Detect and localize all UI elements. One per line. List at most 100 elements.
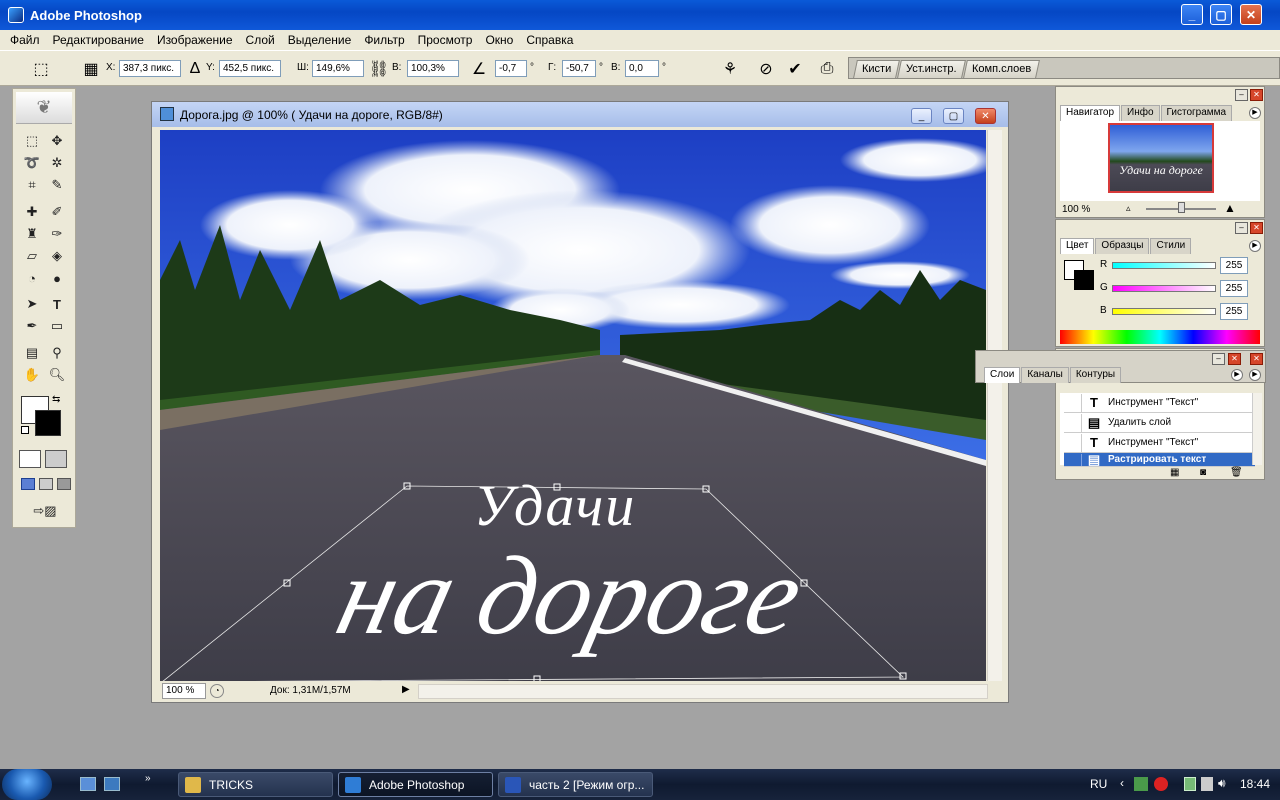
- file-browser-icon[interactable]: ⎙: [816, 58, 838, 80]
- delta-icon[interactable]: Δ: [184, 58, 206, 80]
- green-slider[interactable]: [1112, 285, 1216, 292]
- image-canvas[interactable]: Удачи на дороге: [160, 130, 986, 681]
- panel-menu-icon[interactable]: ▶: [1231, 369, 1243, 381]
- paint-bucket-icon[interactable]: ◈: [46, 246, 68, 266]
- menu-select[interactable]: Выделение: [288, 33, 352, 47]
- navigator-thumbnail[interactable]: Удачи на дороге: [1108, 123, 1214, 193]
- taskbar-button-word[interactable]: часть 2 [Режим огр...: [498, 772, 653, 797]
- zoom-slider-thumb[interactable]: [1178, 202, 1185, 213]
- history-row[interactable]: T Инструмент "Текст": [1064, 393, 1255, 413]
- trash-icon[interactable]: 🗑︎: [1230, 467, 1243, 478]
- crop-tool-icon[interactable]: ⌗: [21, 175, 43, 195]
- panel-close-icon[interactable]: ✕: [1250, 89, 1263, 101]
- close-button[interactable]: ✕: [1240, 4, 1262, 25]
- panel-close-icon[interactable]: ✕: [1250, 222, 1263, 234]
- path-select-icon[interactable]: ➤: [21, 294, 43, 314]
- blue-value[interactable]: 255: [1220, 303, 1248, 320]
- transform-tool-icon[interactable]: ⬚: [30, 58, 52, 80]
- hand-tool-icon[interactable]: ✋: [21, 365, 43, 385]
- menu-edit[interactable]: Редактирование: [53, 33, 144, 47]
- tab-info[interactable]: Инфо: [1121, 105, 1160, 121]
- pen-tool-icon[interactable]: ✒: [21, 316, 43, 336]
- slice-tool-icon[interactable]: ✎: [46, 175, 68, 195]
- bg-color-swatch[interactable]: [1074, 270, 1094, 290]
- move-tool-icon[interactable]: ✥: [46, 131, 68, 151]
- menu-help[interactable]: Справка: [526, 33, 573, 47]
- tray-device-icon[interactable]: [1184, 777, 1196, 791]
- well-tab-brushes[interactable]: Кисти: [853, 60, 901, 78]
- menu-view[interactable]: Просмотр: [418, 33, 473, 47]
- start-button[interactable]: [2, 769, 52, 800]
- tray-expand-icon[interactable]: ‹: [1120, 776, 1124, 790]
- type-tool-icon[interactable]: T: [46, 294, 68, 314]
- jump-to-imageready-icon[interactable]: ⇨▨: [31, 501, 59, 521]
- color-ramp[interactable]: [1060, 330, 1260, 344]
- tray-keyboard-icon[interactable]: [1201, 777, 1213, 791]
- angle-field[interactable]: -0,7: [495, 60, 527, 77]
- panel-close-icon[interactable]: ✕: [1228, 353, 1241, 365]
- new-snapshot-icon[interactable]: ◙: [1200, 467, 1206, 478]
- red-value[interactable]: 255: [1220, 257, 1248, 274]
- eyedropper-icon[interactable]: ⚲: [46, 343, 68, 363]
- default-colors-icon[interactable]: [21, 426, 29, 434]
- zoom-field[interactable]: 100 %: [162, 683, 206, 699]
- well-tab-tool-presets[interactable]: Уст.инстр.: [897, 60, 966, 78]
- reference-point-icon[interactable]: ▦: [80, 58, 102, 80]
- healing-brush-icon[interactable]: ✚: [21, 202, 43, 222]
- background-color-swatch[interactable]: [35, 410, 61, 436]
- standard-mode-icon[interactable]: [19, 450, 41, 468]
- blur-tool-icon[interactable]: ◔: [21, 268, 43, 288]
- quick-mask-icon[interactable]: [45, 450, 67, 468]
- screen-mode-menu-icon[interactable]: [39, 478, 53, 490]
- menu-file[interactable]: Файл: [10, 33, 40, 47]
- clone-stamp-icon[interactable]: ♜: [21, 224, 43, 244]
- tab-navigator[interactable]: Навигатор: [1060, 105, 1121, 121]
- language-indicator[interactable]: RU: [1090, 777, 1107, 791]
- well-tab-layer-comps[interactable]: Комп.слоев: [963, 60, 1041, 78]
- hskew-field[interactable]: -50,7: [562, 60, 596, 77]
- shape-tool-icon[interactable]: ▭: [46, 316, 68, 336]
- menu-filter[interactable]: Фильтр: [364, 33, 404, 47]
- link-icon[interactable]: ⛓: [368, 58, 390, 80]
- tray-volume-icon[interactable]: 🔊︎: [1218, 776, 1226, 791]
- status-arrow-icon[interactable]: ▶: [402, 684, 410, 695]
- x-field[interactable]: 387,3 пикс.: [119, 60, 181, 77]
- zoom-out-icon[interactable]: ▵: [1126, 203, 1131, 214]
- tab-paths[interactable]: Контуры: [1069, 367, 1122, 383]
- new-document-icon[interactable]: ▦: [1170, 467, 1179, 478]
- red-slider[interactable]: [1112, 262, 1216, 269]
- blue-slider[interactable]: [1112, 308, 1216, 315]
- clock[interactable]: 18:44: [1240, 777, 1270, 791]
- tab-histogram[interactable]: Гистограмма: [1160, 105, 1233, 121]
- zoom-tool-icon[interactable]: 🔍︎: [46, 365, 68, 385]
- tab-swatches[interactable]: Образцы: [1095, 238, 1150, 254]
- marquee-tool-icon[interactable]: ⬚: [21, 131, 43, 151]
- navigator-zoom[interactable]: 100 %: [1062, 204, 1090, 215]
- panel-minimize-icon[interactable]: –: [1235, 222, 1248, 234]
- maximize-button[interactable]: ▢: [1210, 4, 1232, 25]
- doc-maximize-button[interactable]: ▢: [943, 108, 964, 124]
- menu-image[interactable]: Изображение: [157, 33, 233, 47]
- tray-opera-icon[interactable]: [1154, 777, 1168, 791]
- screen-mode-full-icon[interactable]: [57, 478, 71, 490]
- screen-mode-standard-icon[interactable]: [21, 478, 35, 490]
- quick-launch-more-icon[interactable]: »: [145, 773, 151, 784]
- panel-close-icon[interactable]: ✕: [1250, 353, 1263, 365]
- green-value[interactable]: 255: [1220, 280, 1248, 297]
- taskbar-button-tricks[interactable]: TRICKS: [178, 772, 333, 797]
- tab-layers[interactable]: Слои: [984, 367, 1021, 383]
- feather-logo-icon[interactable]: ❦: [16, 92, 72, 124]
- menu-window[interactable]: Окно: [485, 33, 513, 47]
- tab-styles[interactable]: Стили: [1150, 238, 1192, 254]
- dodge-tool-icon[interactable]: ●: [46, 268, 68, 288]
- vertical-scrollbar[interactable]: [987, 130, 1002, 681]
- menu-layer[interactable]: Слой: [246, 33, 275, 47]
- cancel-transform-icon[interactable]: ⊘: [755, 58, 777, 80]
- doc-close-button[interactable]: ✕: [975, 108, 996, 124]
- tab-color[interactable]: Цвет: [1060, 238, 1095, 254]
- panel-minimize-icon[interactable]: –: [1235, 89, 1248, 101]
- panel-minimize-icon[interactable]: –: [1212, 353, 1225, 365]
- lasso-tool-icon[interactable]: ➰: [21, 153, 43, 173]
- swap-colors-icon[interactable]: ⇆: [52, 394, 60, 405]
- panel-menu-icon[interactable]: ▶: [1249, 369, 1261, 381]
